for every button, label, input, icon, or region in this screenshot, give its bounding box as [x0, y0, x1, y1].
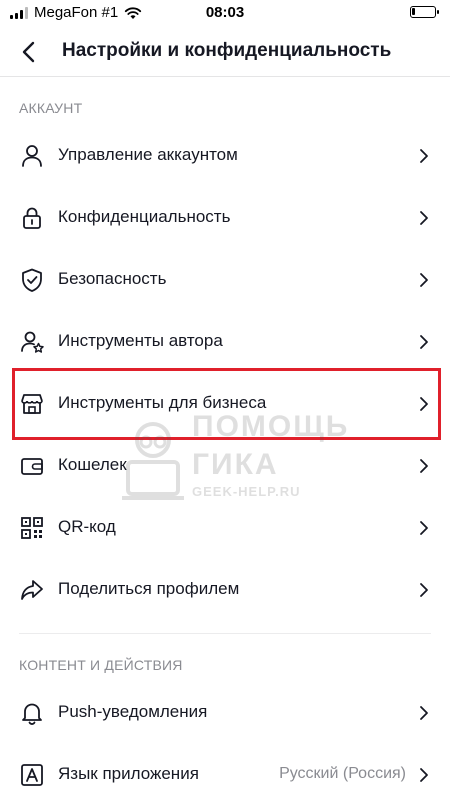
- settings-item-wallet[interactable]: Кошелек: [0, 435, 450, 497]
- chevron-right-icon: [420, 521, 428, 535]
- settings-item-label: Инструменты автора: [58, 331, 223, 350]
- back-button[interactable]: [14, 38, 42, 66]
- chevron-right-icon: [420, 768, 428, 782]
- chevron-right-icon: [420, 335, 428, 349]
- section-header-content: КОНТЕНТ И ДЕЙСТВИЯ: [19, 657, 183, 673]
- settings-item-value: Русский (Россия): [279, 765, 406, 782]
- settings-item-label: Безопасность: [58, 269, 167, 288]
- nav-bar: Настройки и конфиденциальность: [0, 26, 450, 77]
- chevron-right-icon: [420, 706, 428, 720]
- settings-item-app-language[interactable]: Язык приложения Русский (Россия): [0, 744, 450, 806]
- chevron-right-icon: [420, 149, 428, 163]
- chevron-right-icon: [420, 583, 428, 597]
- chevron-right-icon: [420, 459, 428, 473]
- section-header-account: АККАУНТ: [19, 100, 83, 116]
- settings-item-account-management[interactable]: Управление аккаунтом: [0, 125, 450, 187]
- person-star-icon: [21, 331, 44, 353]
- battery-level: [412, 8, 415, 15]
- settings-item-business-tools[interactable]: Инструменты для бизнеса: [0, 373, 450, 435]
- settings-item-label: Управление аккаунтом: [58, 145, 238, 164]
- chevron-left-icon: [22, 41, 35, 63]
- share-arrow-icon: [21, 580, 43, 600]
- language-icon: [21, 764, 43, 786]
- settings-item-label: Поделиться профилем: [58, 579, 240, 598]
- settings-item-share-profile[interactable]: Поделиться профилем: [0, 559, 450, 621]
- settings-item-qr-code[interactable]: QR-код: [0, 497, 450, 559]
- status-bar: MegaFon #1 08:03: [0, 0, 450, 26]
- settings-item-security[interactable]: Безопасность: [0, 249, 450, 311]
- settings-item-label: Конфиденциальность: [58, 207, 231, 226]
- shield-icon: [22, 268, 42, 292]
- section-divider: [19, 633, 431, 634]
- settings-item-label: Кошелек: [58, 455, 127, 474]
- settings-item-label: Инструменты для бизнеса: [58, 393, 267, 412]
- battery-icon: [410, 6, 439, 18]
- person-icon: [22, 145, 42, 167]
- page-title: Настройки и конфиденциальность: [62, 40, 392, 61]
- clock: 08:03: [205, 4, 245, 21]
- settings-item-privacy[interactable]: Конфиденциальность: [0, 187, 450, 249]
- lock-icon: [23, 207, 41, 229]
- settings-item-label: Push-уведомления: [58, 702, 208, 721]
- wallet-icon: [21, 458, 43, 475]
- chevron-right-icon: [420, 397, 428, 411]
- qr-code-icon: [21, 517, 43, 539]
- settings-item-creator-tools[interactable]: Инструменты автора: [0, 311, 450, 373]
- chevron-right-icon: [420, 211, 428, 225]
- settings-item-label: Язык приложения: [58, 764, 199, 783]
- settings-item-push-notifications[interactable]: Push-уведомления: [0, 682, 450, 744]
- chevron-right-icon: [420, 273, 428, 287]
- settings-item-label: QR-код: [58, 517, 116, 536]
- storefront-icon: [21, 394, 43, 414]
- bell-icon: [22, 703, 42, 725]
